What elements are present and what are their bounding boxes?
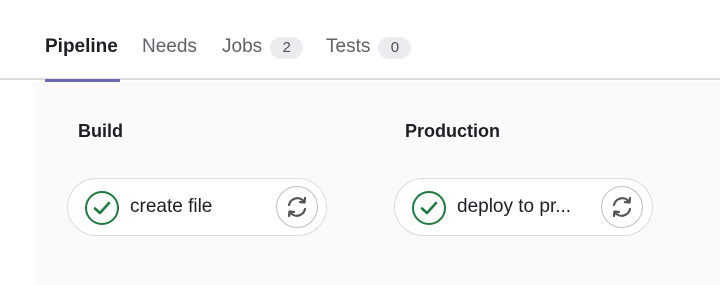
count-badge: 2 — [270, 37, 304, 59]
tab-needs[interactable]: Needs — [142, 33, 197, 80]
check-circle-icon — [85, 191, 119, 225]
tab-label: Jobs — [222, 36, 263, 57]
retry-icon[interactable] — [276, 186, 318, 228]
retry-icon[interactable] — [601, 186, 643, 228]
tab-label: Needs — [142, 36, 197, 57]
tab-label: Tests — [326, 36, 371, 57]
pipeline-tabs: Pipeline Needs Jobs 2 Tests 0 — [0, 0, 720, 82]
job-name: deploy to pr... — [457, 196, 572, 217]
count-badge: 0 — [378, 37, 412, 59]
tab-jobs[interactable]: Jobs 2 — [222, 33, 304, 80]
job-create-file[interactable]: create file — [67, 178, 327, 236]
job-deploy-to-production[interactable]: deploy to pr... — [394, 178, 653, 236]
tab-pipeline[interactable]: Pipeline — [45, 33, 120, 82]
stage-title-build: Build — [78, 121, 123, 141]
job-name: create file — [130, 196, 213, 217]
tab-tests[interactable]: Tests 0 — [326, 33, 412, 80]
tab-label: Pipeline — [45, 36, 118, 57]
stage-title-production: Production — [405, 121, 500, 141]
check-circle-icon — [412, 191, 446, 225]
